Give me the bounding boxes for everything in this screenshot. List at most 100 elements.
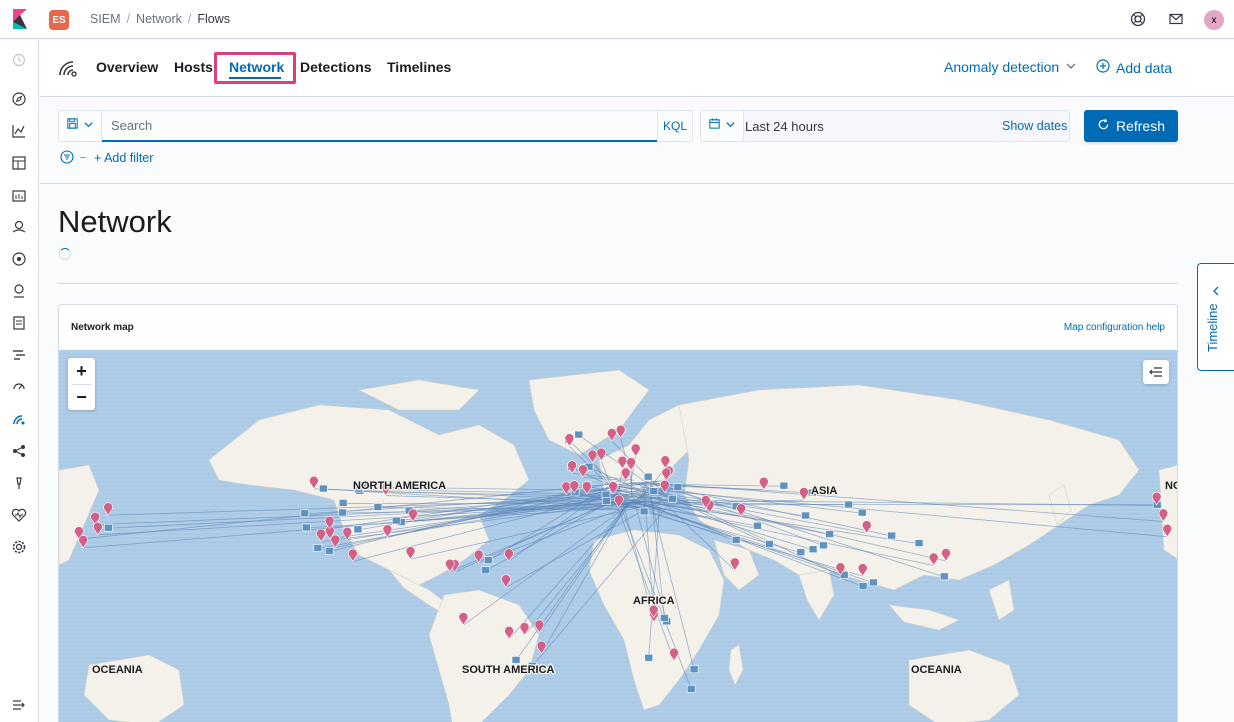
refresh-button[interactable]: Refresh xyxy=(1084,110,1178,142)
destination-marker[interactable] xyxy=(602,497,611,505)
timeline-label: Timeline xyxy=(1205,303,1220,352)
maps-icon[interactable] xyxy=(11,219,27,235)
chevron-down-icon xyxy=(1065,59,1077,75)
timeline-flyout-button[interactable]: Timeline xyxy=(1197,263,1234,371)
add-data-button[interactable]: Add data xyxy=(1096,59,1172,76)
destination-marker[interactable] xyxy=(753,521,762,530)
page-title: Network xyxy=(58,204,172,239)
user-avatar[interactable]: x xyxy=(1204,10,1224,30)
destination-marker[interactable] xyxy=(914,539,924,547)
destination-marker[interactable] xyxy=(825,530,834,538)
mail-icon[interactable] xyxy=(1167,10,1185,28)
destination-marker[interactable] xyxy=(302,523,311,532)
destination-marker[interactable] xyxy=(765,540,774,548)
date-range-label[interactable]: Last 24 hours xyxy=(745,119,824,134)
destination-marker[interactable] xyxy=(689,665,699,674)
graph-icon[interactable] xyxy=(11,443,27,459)
breadcrumb-network[interactable]: Network xyxy=(136,12,182,26)
destination-marker[interactable] xyxy=(801,511,810,520)
destination-marker[interactable] xyxy=(319,484,328,493)
destination-marker[interactable] xyxy=(574,430,584,439)
destination-marker[interactable] xyxy=(300,509,310,518)
layer-control-button[interactable] xyxy=(1143,360,1169,384)
zoom-in-button[interactable]: + xyxy=(68,358,95,384)
destination-marker[interactable] xyxy=(338,499,348,507)
canvas-icon[interactable] xyxy=(11,187,27,203)
ml-icon[interactable] xyxy=(11,251,27,267)
anomaly-detection-button[interactable]: Anomaly detection xyxy=(944,59,1077,75)
discover-icon[interactable] xyxy=(11,91,27,107)
destination-marker[interactable] xyxy=(338,508,347,517)
search-input[interactable] xyxy=(102,110,658,142)
destination-marker[interactable] xyxy=(649,487,659,495)
collapse-nav-icon[interactable] xyxy=(11,697,27,713)
calendar-icon xyxy=(708,117,721,135)
kql-language-toggle[interactable]: KQL xyxy=(657,110,693,142)
destination-marker[interactable] xyxy=(483,556,493,564)
destination-marker[interactable] xyxy=(686,685,696,693)
zoom-out-button[interactable]: − xyxy=(68,384,95,410)
monitoring-icon[interactable] xyxy=(11,507,27,523)
breadcrumb: SIEM / Network / Flows xyxy=(90,12,230,26)
destination-marker[interactable] xyxy=(644,653,654,662)
destination-marker[interactable] xyxy=(731,536,741,544)
add-filter-button[interactable]: + Add filter xyxy=(94,151,153,165)
destination-marker[interactable] xyxy=(511,656,521,664)
destination-marker[interactable] xyxy=(858,582,868,590)
tab-timelines[interactable]: Timelines xyxy=(387,59,451,75)
destination-marker[interactable] xyxy=(857,508,867,517)
destination-marker[interactable] xyxy=(673,483,683,492)
help-icon[interactable] xyxy=(1129,10,1147,28)
loading-spinner xyxy=(59,248,71,260)
destination-marker[interactable] xyxy=(887,531,896,540)
tab-detections[interactable]: Detections xyxy=(300,59,372,75)
filter-menu-icon[interactable] xyxy=(60,150,74,164)
network-map[interactable]: NORTH AMERICA ASIA AFRICA SOUTH AMERICA … xyxy=(59,350,1178,722)
destination-marker[interactable] xyxy=(779,481,789,490)
destination-marker[interactable] xyxy=(639,507,649,516)
recent-icon[interactable] xyxy=(11,52,27,68)
destination-marker[interactable] xyxy=(796,548,806,556)
uptime-icon[interactable] xyxy=(11,379,27,395)
refresh-icon xyxy=(1097,118,1110,134)
destination-marker[interactable] xyxy=(324,547,334,555)
siem-icon[interactable] xyxy=(11,411,27,427)
tab-overview[interactable]: Overview xyxy=(96,59,158,75)
label-north-america-1: NORTH AMERICA xyxy=(353,480,446,492)
destination-marker[interactable] xyxy=(391,516,401,525)
tab-network-highlight xyxy=(214,52,296,84)
space-avatar[interactable]: ES xyxy=(49,10,69,30)
destination-marker[interactable] xyxy=(643,472,653,481)
siem-app-nav: Overview Hosts Network Detections Timeli… xyxy=(40,40,1234,97)
tab-hosts[interactable]: Hosts xyxy=(174,59,213,75)
label-north-america-right: NORTH AMERICA xyxy=(1165,480,1178,492)
dev-tools-icon[interactable] xyxy=(11,475,27,491)
destination-marker[interactable] xyxy=(668,494,677,503)
apm-icon[interactable] xyxy=(11,347,27,363)
management-gear-icon[interactable] xyxy=(11,539,27,555)
destination-marker[interactable] xyxy=(373,503,383,511)
destination-marker[interactable] xyxy=(104,523,113,532)
quick-date-picker-button[interactable] xyxy=(700,110,744,142)
breadcrumb-siem[interactable]: SIEM xyxy=(90,12,121,26)
visualize-icon[interactable] xyxy=(11,123,27,139)
kibana-logo-icon[interactable] xyxy=(10,9,30,29)
show-dates-link[interactable]: Show dates xyxy=(1002,119,1067,133)
destination-marker[interactable] xyxy=(601,490,611,499)
map-config-help-link[interactable]: Map configuration help xyxy=(1064,322,1165,333)
destination-marker[interactable] xyxy=(313,544,323,552)
destination-marker[interactable] xyxy=(353,525,363,534)
destination-marker[interactable] xyxy=(819,541,828,550)
dashboard-icon[interactable] xyxy=(11,155,27,171)
label-oceania-right: OCEANIA xyxy=(911,664,962,676)
destination-marker[interactable] xyxy=(869,578,878,587)
destination-marker[interactable] xyxy=(660,614,669,622)
infrastructure-icon[interactable] xyxy=(11,283,27,299)
destination-marker[interactable] xyxy=(481,566,490,575)
saved-query-button[interactable] xyxy=(58,110,102,142)
destination-marker[interactable] xyxy=(808,545,818,554)
destination-marker[interactable] xyxy=(939,572,949,581)
map-canvas[interactable]: NORTH AMERICA ASIA AFRICA SOUTH AMERICA … xyxy=(59,350,1178,722)
logs-icon[interactable] xyxy=(11,315,27,331)
destination-marker[interactable] xyxy=(844,500,854,509)
